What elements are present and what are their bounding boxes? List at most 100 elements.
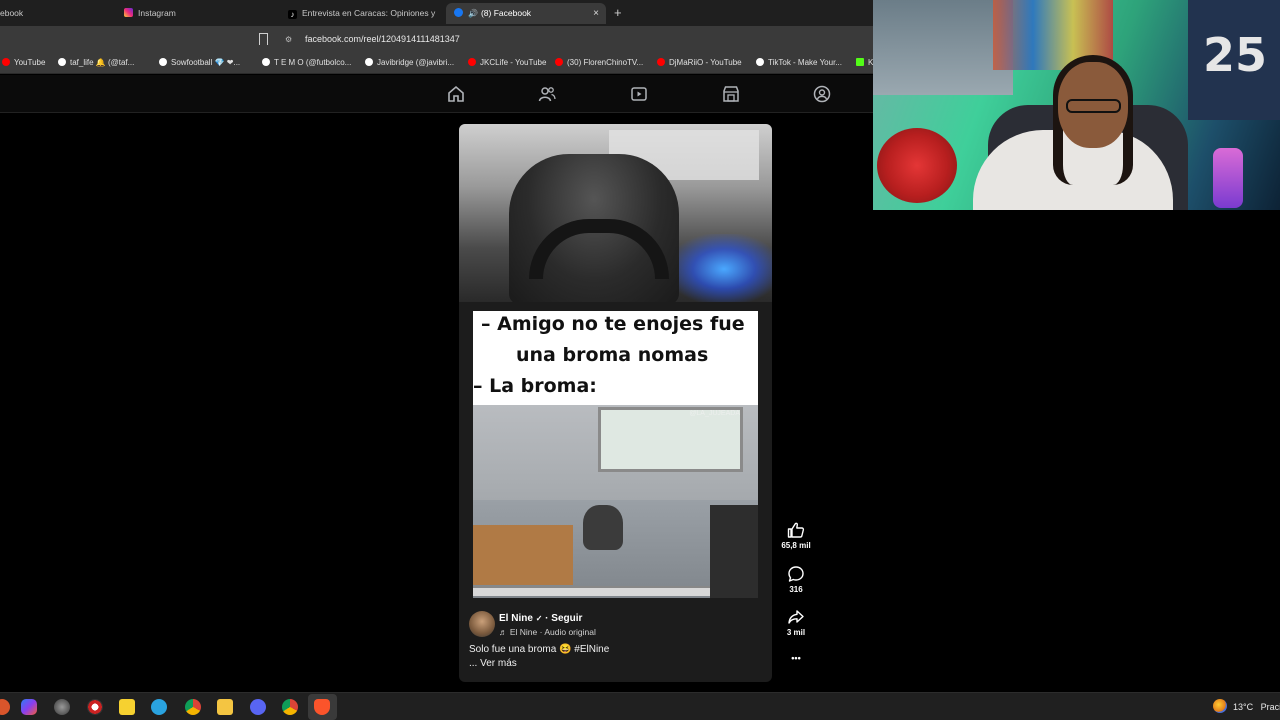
video-icon[interactable] <box>630 85 648 103</box>
bookmark-label: DjMaRiiO - YouTube <box>669 58 742 67</box>
bookmark-label: YouTube <box>14 58 46 67</box>
meme-line-2: una broma nomas <box>516 344 709 366</box>
author-line: El Nine ✓ · Seguir <box>499 613 582 624</box>
bookmark-taf-life[interactable]: taf_life 🔔 (@taf... <box>58 58 134 67</box>
url-field[interactable]: facebook.com/reel/1204914111481347 <box>305 34 460 44</box>
tiktok-icon <box>58 58 66 66</box>
share-count: 3 mil <box>786 628 806 637</box>
brave-browser-icon[interactable] <box>314 699 330 715</box>
bookmark-djmariio[interactable]: DjMaRiiO - YouTube <box>657 58 742 67</box>
youtube-icon <box>657 58 665 66</box>
tab-instagram[interactable]: Instagram <box>124 3 274 24</box>
site-info-icon[interactable]: ⚙ <box>285 35 292 44</box>
bookmarks-bar: YouTube taf_life 🔔 (@taf... Sowfootball … <box>0 52 873 74</box>
tab-facebook-partial[interactable]: ebook <box>0 3 110 24</box>
bookmark-label: Sowfootball 💎 ❤... <box>171 58 241 67</box>
tiktok-icon <box>262 58 270 66</box>
address-bar: ⚙ facebook.com/reel/1204914111481347 <box>0 26 873 52</box>
meme-line-1: – Amigo no te enojes fue <box>481 313 745 335</box>
windows-taskbar: 13°C Praci <box>0 692 1280 720</box>
video-progress-bar[interactable] <box>473 586 710 596</box>
bookmark-label: (30) FlorenChinoTV... <box>567 58 644 67</box>
youtube-icon <box>2 58 10 66</box>
tiktok-icon <box>756 58 764 66</box>
close-tab-icon[interactable]: × <box>593 3 599 24</box>
telegram-icon[interactable] <box>151 699 167 715</box>
thumbs-up-icon[interactable] <box>787 521 805 539</box>
bookmark-florenchino[interactable]: (30) FlorenChinoTV... <box>555 58 643 67</box>
audio-info[interactable]: ♬ El Nine · Audio original <box>499 627 596 637</box>
groups-icon[interactable] <box>813 85 831 103</box>
settings-app-icon[interactable] <box>54 699 70 715</box>
video-inset <box>710 505 758 598</box>
share-action[interactable]: 3 mil <box>776 608 816 637</box>
bookmark-temo[interactable]: T E M O (@futbolco... <box>262 58 351 67</box>
kick-icon <box>856 58 864 66</box>
tab-facebook-active[interactable]: 🔊 (8) Facebook × <box>446 3 606 24</box>
obs-icon[interactable] <box>87 699 103 715</box>
speaker-icon: 🔊 <box>468 9 478 18</box>
author-avatar[interactable] <box>469 611 495 637</box>
tab-entrevista[interactable]: ♪ Entrevista en Caracas: Opiniones y P <box>288 3 436 24</box>
temperature: 13°C <box>1233 702 1254 712</box>
youtube-icon <box>555 58 563 66</box>
classroom-desk <box>473 525 573 585</box>
webcam-spiderman-pillow <box>877 128 957 203</box>
file-explorer-icon[interactable] <box>217 699 233 715</box>
verified-icon: ✓ <box>535 614 543 623</box>
sticky-notes-icon[interactable] <box>119 699 135 715</box>
marketplace-icon[interactable] <box>722 85 740 103</box>
reel-video-classroom-scene: @LA_JUJEADA <box>473 405 758 598</box>
tab-title: ebook <box>0 8 24 18</box>
jersey-number: 25 <box>1203 28 1268 82</box>
follow-button[interactable]: · Seguir <box>545 613 582 624</box>
reel-player[interactable]: – Amigo no te enojes fue una broma nomas… <box>459 124 772 682</box>
friends-icon[interactable] <box>538 85 556 103</box>
streamer-webcam: 25 <box>873 0 1280 210</box>
bookmark-label: TikTok - Make Your... <box>768 58 842 67</box>
share-icon[interactable] <box>787 608 805 626</box>
home-icon[interactable] <box>447 85 465 103</box>
bookmark-label: JKCLife - YouTube <box>480 58 547 67</box>
meme-line-3: – La broma: <box>473 375 597 397</box>
weather-widget[interactable]: 13°C Praci <box>1213 699 1280 713</box>
discord-icon[interactable] <box>250 699 266 715</box>
comment-count: 316 <box>789 585 803 594</box>
comment-icon[interactable] <box>787 565 805 583</box>
like-action[interactable]: 65,8 mil <box>776 521 816 550</box>
bookmark-kick[interactable]: K <box>856 58 873 67</box>
facebook-icon <box>454 8 463 17</box>
webcam-shelf <box>873 0 1013 95</box>
tab-title: Entrevista en Caracas: Opiniones y P <box>302 8 436 18</box>
bookmark-tiktok[interactable]: TikTok - Make Your... <box>756 58 842 67</box>
author-name[interactable]: El Nine <box>499 613 533 624</box>
reel-video-streamer-scene <box>459 124 772 302</box>
tab-title: Instagram <box>138 8 176 18</box>
chrome-icon[interactable] <box>185 699 201 715</box>
tiktok-icon: ♪ <box>288 10 297 19</box>
bookmark-javibridge[interactable]: Javibridge (@javibri... <box>365 58 454 67</box>
new-tab-button[interactable]: + <box>614 5 622 20</box>
child-figure <box>583 505 623 550</box>
video-watermark: @LA_JUJEADA <box>689 410 740 417</box>
tiktok-icon <box>365 58 373 66</box>
desk-glow <box>669 234 772 302</box>
weather-text: Praci <box>1260 702 1280 712</box>
comment-action[interactable]: 316 <box>776 565 816 594</box>
bookmark-jkclife[interactable]: JKCLife - YouTube <box>468 58 546 67</box>
bookmark-sowfootball[interactable]: Sowfootball 💎 ❤... <box>159 58 240 67</box>
bookmark-label: T E M O (@futbolco... <box>274 58 352 67</box>
instagram-icon <box>124 8 133 17</box>
bookmark-label: Javibridge (@javibri... <box>377 58 455 67</box>
bookmark-label: taf_life 🔔 (@taf... <box>70 58 135 67</box>
bookmark-icon[interactable] <box>259 33 268 45</box>
copilot-icon[interactable] <box>21 699 37 715</box>
bookmark-youtube[interactable]: YouTube <box>2 58 45 67</box>
more-options-icon[interactable]: ••• <box>776 653 816 663</box>
meme-text-panel: – Amigo no te enojes fue una broma nomas… <box>473 311 758 405</box>
app-icon-partial[interactable] <box>0 699 10 715</box>
like-count: 65,8 mil <box>781 541 811 550</box>
facebook-top-nav <box>0 75 873 113</box>
see-more-link[interactable]: ... Ver más <box>469 658 517 669</box>
chrome-icon[interactable] <box>282 699 298 715</box>
